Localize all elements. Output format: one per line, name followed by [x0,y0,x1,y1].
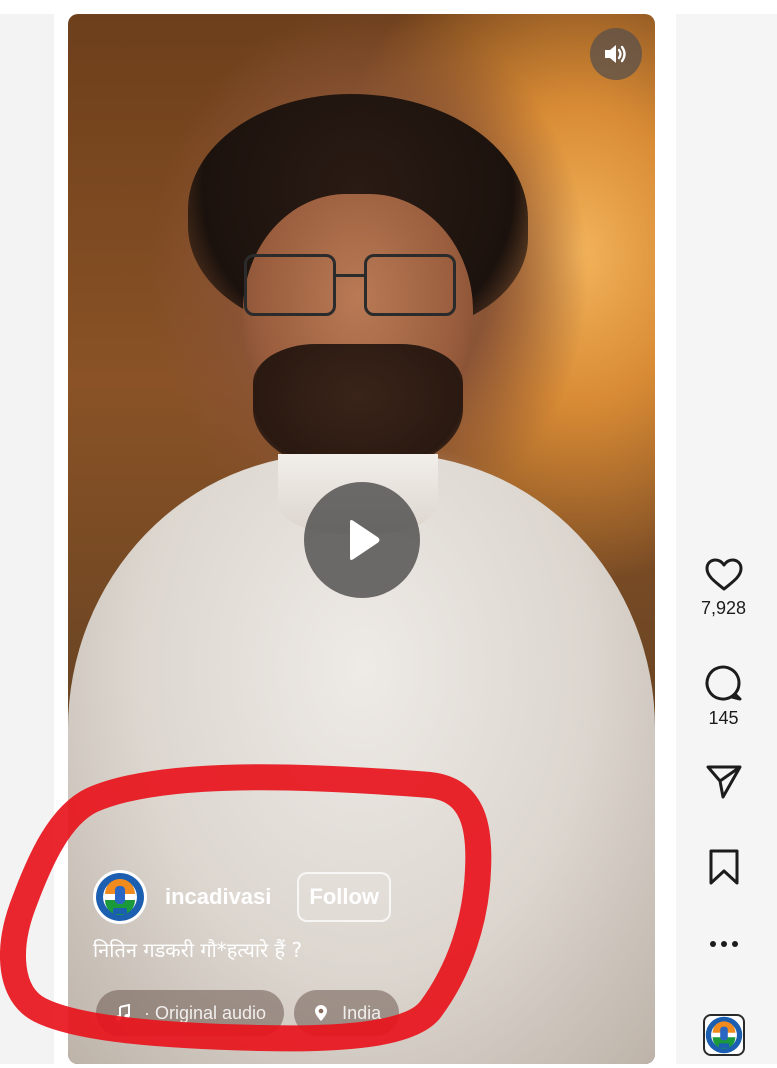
comment-action[interactable]: 145 [676,664,771,729]
reel-caption: नितिन गडकरी गौ*हत्यारे हैं ? [93,938,303,962]
reel-video[interactable]: incadivasi Follow नितिन गडकरी गौ*हत्यारे… [68,14,655,1064]
follow-button[interactable]: Follow [297,872,392,922]
reel-meta-row: · Original audio India [96,990,409,1036]
congress-hand-logo-icon [705,1016,743,1054]
author-avatar[interactable] [93,870,147,924]
reels-page: incadivasi Follow नितिन गडकरी गौ*हत्यारे… [0,0,777,1068]
bookmark-icon [709,849,738,885]
sound-toggle-button[interactable] [590,28,642,80]
author-row: incadivasi Follow [93,870,392,924]
like-count: 7,928 [700,598,747,618]
original-audio-label: · Original audio [144,1002,267,1023]
action-bar: 7,928 145 [676,14,777,1064]
paper-plane-icon [706,765,741,799]
like-action[interactable]: 7,928 [676,558,771,619]
location-pill[interactable]: India [294,990,400,1036]
more-options-action[interactable] [676,940,771,948]
video-subject-glasses [236,254,466,324]
save-action[interactable] [676,848,771,886]
author-username[interactable]: incadivasi [165,884,271,910]
comment-bubble-icon [705,665,741,701]
location-label: India [342,1002,382,1023]
play-button[interactable] [304,482,420,598]
music-note-icon [114,1004,132,1022]
heart-icon [705,558,742,591]
speaker-on-icon [605,45,626,63]
play-icon [350,520,380,560]
more-dots-icon [709,941,738,947]
location-pin-icon [312,1004,330,1022]
share-action[interactable] [676,764,771,800]
comment-count: 145 [708,708,739,728]
original-audio-pill[interactable]: · Original audio [96,990,285,1036]
left-gutter [0,14,54,1064]
audio-source-avatar[interactable] [703,1014,745,1056]
congress-hand-logo-icon [96,873,144,921]
